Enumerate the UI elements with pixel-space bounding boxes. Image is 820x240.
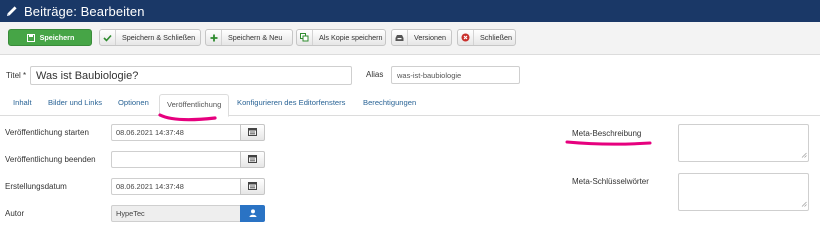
close-label: Schließen <box>480 33 512 42</box>
created-date-label: Erstellungsdatum <box>5 182 67 191</box>
tab-editor-configuration[interactable]: Konfigurieren des Editorfensters <box>237 98 345 107</box>
save-close-label: Speichern & Schließen <box>122 33 196 42</box>
save-button[interactable]: Speichern <box>8 29 92 46</box>
tab-inhalt[interactable]: Inhalt <box>13 98 32 107</box>
publish-end-input[interactable] <box>111 151 241 168</box>
tab-optionen[interactable]: Optionen <box>118 98 149 107</box>
highlight-underline-tab <box>158 113 217 122</box>
tab-bilder-und-links[interactable]: Bilder und Links <box>48 98 102 107</box>
resize-grip-icon[interactable] <box>801 151 807 160</box>
author-input: HypeTec <box>111 205 241 222</box>
calendar-icon <box>248 181 257 192</box>
calendar-button[interactable] <box>240 178 265 195</box>
save-copy-label: Als Kopie speichern <box>319 33 383 42</box>
tab-berechtigungen[interactable]: Berechtigungen <box>363 98 416 107</box>
meta-description-textarea[interactable] <box>678 124 809 162</box>
calendar-icon <box>248 154 257 165</box>
versions-label: Versionen <box>414 33 446 42</box>
check-icon <box>100 30 116 45</box>
meta-keywords-textarea[interactable] <box>678 173 809 211</box>
versions-button[interactable]: Versionen <box>391 29 452 46</box>
calendar-icon <box>248 127 257 138</box>
toolbar: Speichern Speichern & Schließen Speicher… <box>0 22 820 55</box>
alias-input[interactable]: was-ist-baubiologie <box>391 66 520 84</box>
title-input[interactable]: Was ist Baubiologie? <box>30 66 352 85</box>
user-icon <box>249 208 257 219</box>
pencil-icon <box>6 5 18 17</box>
title-label: Titel * <box>6 71 27 80</box>
page-header: Beiträge: Bearbeiten <box>0 0 820 22</box>
calendar-button[interactable] <box>240 124 265 141</box>
save-close-button[interactable]: Speichern & Schließen <box>99 29 201 46</box>
save-copy-button[interactable]: Als Kopie speichern <box>296 29 386 46</box>
calendar-button[interactable] <box>240 151 265 168</box>
save-new-label: Speichern & Neu <box>228 33 283 42</box>
author-label: Autor <box>5 209 25 218</box>
save-icon <box>26 30 36 45</box>
save-new-button[interactable]: Speichern & Neu <box>205 29 293 46</box>
alias-label: Alias <box>366 70 384 79</box>
close-button[interactable]: Schließen <box>457 29 516 46</box>
page-title: Beiträge: Bearbeiten <box>24 3 145 19</box>
publish-end-label: Veröffentlichung beenden <box>5 155 96 164</box>
plus-icon <box>206 30 222 45</box>
resize-grip-icon[interactable] <box>801 200 807 209</box>
created-date-input[interactable]: 08.06.2021 14:37:48 <box>111 178 241 195</box>
publish-start-input[interactable]: 08.06.2021 14:37:48 <box>111 124 241 141</box>
copy-icon <box>297 30 313 45</box>
tab-bar: Inhalt Bilder und Links Optionen Veröffe… <box>0 92 820 117</box>
publish-start-label: Veröffentlichung starten <box>5 128 89 137</box>
save-label: Speichern <box>39 33 75 42</box>
meta-keywords-label: Meta-Schlüsselwörter <box>572 177 649 186</box>
archive-icon <box>392 30 408 45</box>
highlight-underline-meta <box>565 140 652 146</box>
close-icon <box>458 30 474 45</box>
meta-description-label: Meta-Beschreibung <box>572 129 642 138</box>
select-user-button[interactable] <box>240 205 265 222</box>
